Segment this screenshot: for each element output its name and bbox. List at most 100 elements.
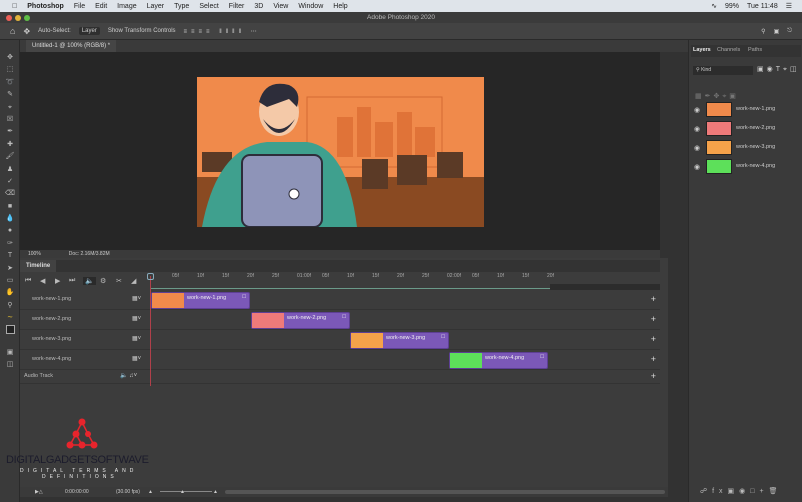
film-icon[interactable]: ▦˅ [132, 335, 141, 342]
path-select-tool-icon[interactable]: ➤ [0, 263, 20, 275]
settings-icon[interactable]: ⚙ [100, 277, 106, 285]
render-icon[interactable]: ▶△ [35, 487, 43, 497]
menu-window[interactable]: Window [298, 3, 323, 10]
apple-icon[interactable]:  [12, 3, 17, 10]
battery-level[interactable]: 99% [725, 3, 739, 10]
zoom-level[interactable]: 100% [28, 250, 41, 258]
blur-tool-icon[interactable]: 💧 [0, 213, 20, 225]
eye-icon[interactable]: ◉ [694, 163, 700, 171]
track-label[interactable]: work-new-3.png [32, 336, 71, 342]
menu-filter[interactable]: Filter [229, 3, 245, 10]
timeline-tab[interactable]: Timeline [20, 260, 57, 272]
lasso-tool-icon[interactable]: ➰ [0, 77, 20, 89]
play-icon[interactable]: ▶ [55, 277, 60, 285]
playhead-handle[interactable] [147, 273, 154, 280]
lock-icons[interactable]: ▦✒✥⌖▣ [695, 92, 739, 101]
playhead[interactable] [150, 276, 151, 386]
clock[interactable]: Tue 11:48 [747, 3, 778, 10]
quick-mask-icon[interactable]: ▣ [0, 347, 20, 359]
layer-row[interactable]: ◉ work-new-1.png [690, 101, 800, 119]
timeline-clip[interactable]: work-new-1.png □ [151, 292, 250, 309]
move-tool-icon[interactable]: ✥ [23, 27, 30, 36]
pen-tool-icon[interactable]: ✑ [0, 238, 20, 250]
menu-edit[interactable]: Edit [95, 3, 107, 10]
eye-icon[interactable]: ◉ [694, 106, 700, 114]
menu-3d[interactable]: 3D [254, 3, 263, 10]
add-media-button[interactable]: + [651, 354, 656, 364]
brush-tool-icon[interactable]: 🖌 [0, 151, 20, 163]
minimize-window-button[interactable] [15, 15, 21, 21]
audio-track-row[interactable]: Audio Track 🔈 ♫˅ + [20, 370, 660, 384]
healing-tool-icon[interactable]: ✚ [0, 139, 20, 151]
next-frame-icon[interactable]: ⏭ [69, 277, 75, 285]
eye-icon[interactable]: ◉ [694, 144, 700, 152]
menu-layer[interactable]: Layer [147, 3, 165, 10]
align-icons[interactable]: ≡≡≡≡ ‖‖‖‖ ⋯ [184, 28, 261, 35]
hand-tool-icon[interactable]: ✋ [0, 287, 20, 299]
close-window-button[interactable] [6, 15, 12, 21]
clip-menu-icon[interactable]: □ [441, 334, 445, 340]
canvas-artwork[interactable] [197, 77, 484, 227]
layer-row[interactable]: ◉ work-new-3.png [690, 139, 800, 157]
track-label[interactable]: work-new-2.png [32, 316, 71, 322]
add-media-button[interactable]: + [651, 334, 656, 344]
transition-icon[interactable]: ◢ [131, 277, 136, 285]
gradient-tool-icon[interactable]: ■ [0, 201, 20, 213]
shape-tool-icon[interactable]: ▭ [0, 275, 20, 287]
add-audio-button[interactable]: + [651, 371, 656, 381]
menu-select[interactable]: Select [199, 3, 218, 10]
menu-file[interactable]: File [74, 3, 85, 10]
film-icon[interactable]: ▦˅ [132, 295, 141, 302]
wifi-icon[interactable]: ∿ [711, 2, 717, 10]
filter-icons[interactable]: ▣◉T⌖◫ [757, 65, 800, 74]
dodge-tool-icon[interactable]: ● [0, 225, 20, 237]
track-row[interactable]: work-new-1.png ▦˅ + [20, 290, 660, 310]
zoom-window-button[interactable] [24, 15, 30, 21]
auto-select-checkbox[interactable]: Auto-Select: [38, 28, 71, 34]
track-row[interactable]: work-new-3.png ▦˅ + [20, 330, 660, 350]
edit-toolbar-icon[interactable]: ∼ [0, 312, 20, 324]
film-icon[interactable]: ▦˅ [132, 355, 141, 362]
timeline-clip[interactable]: work-new-2.png □ [251, 312, 350, 329]
zoom-out-icon[interactable]: ▲ [148, 487, 153, 497]
crop-tool-icon[interactable]: ⌖ [0, 102, 20, 114]
quick-select-tool-icon[interactable]: ✎ [0, 89, 20, 101]
menu-app[interactable]: Photoshop [27, 3, 64, 10]
eye-icon[interactable]: ◉ [694, 125, 700, 133]
menu-help[interactable]: Help [333, 3, 347, 10]
eraser-tool-icon[interactable]: ⌫ [0, 188, 20, 200]
history-brush-icon[interactable]: ✓ [0, 176, 20, 188]
layer-row[interactable]: ◉ work-new-2.png [690, 120, 800, 138]
split-icon[interactable]: ✂ [116, 277, 122, 285]
layer-dropdown[interactable]: Layer [78, 27, 100, 35]
move-tool-icon[interactable]: ✥ [0, 52, 20, 64]
speaker-icon[interactable]: 🔈 ♫˅ [120, 372, 137, 379]
zoom-slider[interactable] [160, 491, 212, 492]
search-icon[interactable]: ⚲ [761, 28, 765, 35]
track-label[interactable]: work-new-1.png [32, 296, 71, 302]
zoom-slider-thumb[interactable]: ▲ [180, 487, 185, 497]
audio-icon[interactable]: 🔈 [83, 277, 96, 285]
color-swatches-icon[interactable] [0, 324, 20, 347]
zoom-tool-icon[interactable]: ⚲ [0, 300, 20, 312]
menu-view[interactable]: View [273, 3, 288, 10]
first-frame-icon[interactable]: ⏮ [25, 277, 31, 285]
list-icon[interactable]: ☰ [786, 2, 792, 10]
track-row[interactable]: work-new-4.png ▦˅ + [20, 350, 660, 370]
marquee-tool-icon[interactable]: ⬚ [0, 64, 20, 76]
layer-row[interactable]: ◉ work-new-4.png [690, 158, 800, 176]
prev-frame-icon[interactable]: ◀ [40, 277, 45, 285]
track-label[interactable]: work-new-4.png [32, 356, 71, 362]
film-icon[interactable]: ▦˅ [132, 315, 141, 322]
add-media-button[interactable]: + [651, 294, 656, 304]
work-area-bar[interactable] [150, 288, 550, 289]
menu-image[interactable]: Image [117, 3, 136, 10]
share-icon[interactable]: ⎋ [787, 28, 792, 35]
tab-layers[interactable]: Layers [693, 47, 711, 53]
workspace-icon[interactable]: ▣ [774, 28, 780, 35]
timeline-clip[interactable]: work-new-4.png □ [449, 352, 548, 369]
clip-menu-icon[interactable]: □ [342, 314, 346, 320]
canvas-area[interactable] [20, 52, 660, 250]
stamp-tool-icon[interactable]: ♟ [0, 164, 20, 176]
screen-mode-icon[interactable]: ◫ [0, 359, 20, 371]
